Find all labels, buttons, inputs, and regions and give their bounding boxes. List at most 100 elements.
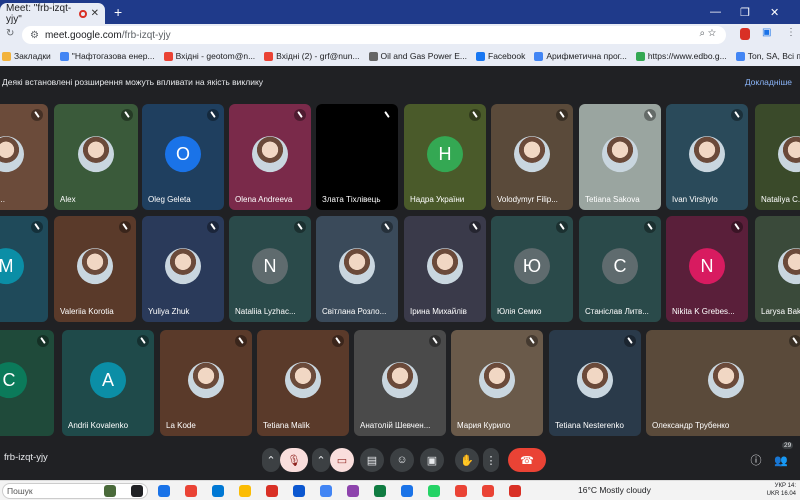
participant-avatar <box>514 136 550 173</box>
bookmark-item[interactable]: Ton, SA, Всі предме... <box>735 51 800 61</box>
participant-tile[interactable]: Злата Тіхлівець <box>316 104 398 210</box>
participant-avatar <box>778 248 800 285</box>
bookmark-item[interactable]: Oil and Gas Power E... <box>368 51 467 61</box>
bookmark-item[interactable]: Закладки <box>2 51 51 61</box>
learn-more-link[interactable]: Докладніше <box>745 77 792 87</box>
taskbar-app-icon[interactable] <box>212 485 224 497</box>
bookmark-item[interactable]: https://www.edbo.g... <box>635 51 727 61</box>
participant-tile[interactable]: Yuliya Zhuk <box>142 216 224 322</box>
bookmark-favicon-icon <box>163 51 173 61</box>
menu-icon[interactable]: ⋮ <box>786 27 796 38</box>
mic-muted-icon <box>381 221 393 233</box>
participant-tile[interactable]: Volodymyr Filip... <box>491 104 573 210</box>
captions-button[interactable]: ▣ <box>420 448 444 472</box>
mic-muted-icon <box>429 335 441 347</box>
taskbar-app-icon[interactable] <box>347 485 359 497</box>
participant-tile[interactable]: Ю Юлія Семко <box>491 216 573 322</box>
taskbar-app-icon[interactable] <box>482 485 494 497</box>
taskbar-app-icon[interactable] <box>158 485 170 497</box>
taskbar-app-icon[interactable] <box>374 485 386 497</box>
taskbar-app-icon[interactable] <box>239 485 251 497</box>
participant-tile[interactable]: A Andrii Kovalenko <box>62 330 154 436</box>
participant-tile[interactable]: Valeriia Korotia <box>54 216 136 322</box>
taskbar-app-icon[interactable] <box>104 485 116 497</box>
meeting-info-icon[interactable]: ⓘ <box>745 448 767 472</box>
system-tray[interactable]: УКР 14: UKR 16.04 <box>767 482 796 498</box>
bookmark-item[interactable]: Арифметична прог... <box>534 51 627 61</box>
participant-tile[interactable]: La Kode <box>160 330 252 436</box>
audio-options-icon[interactable]: ⌃ <box>262 448 280 472</box>
taskbar-app-icon[interactable] <box>185 485 197 497</box>
participant-tile[interactable]: CСтасюк <box>0 330 54 436</box>
participant-avatar <box>188 362 224 399</box>
participant-tile[interactable]: Tetiana Malik <box>257 330 349 436</box>
taskbar-app-icon[interactable] <box>293 485 305 497</box>
taskbar-app-icon[interactable] <box>266 485 278 497</box>
extension-warning-banner: Деякі встановлені розширення можуть впли… <box>0 66 800 98</box>
more-options-button[interactable]: ⋮ <box>483 448 499 472</box>
bookmark-item[interactable]: Вхідні - geotom@n... <box>163 51 255 61</box>
participant-tile[interactable]: Nataliya C... <box>755 104 800 210</box>
extensions-icon[interactable]: ▣ <box>762 27 771 38</box>
participant-tile[interactable]: Larysa Bak... <box>755 216 800 322</box>
extension-icon[interactable] <box>740 28 750 40</box>
participant-tile[interactable]: Olena Andreeva <box>229 104 311 210</box>
present-button[interactable]: ▤ <box>360 448 384 472</box>
taskbar-app-icon[interactable] <box>131 485 143 497</box>
weather-widget[interactable]: 16°C Mostly cloudy <box>578 485 651 495</box>
participant-tile[interactable]: Анатолій Шевчен... <box>354 330 446 436</box>
participant-tile[interactable]: Світлана Розло... <box>316 216 398 322</box>
close-window-icon[interactable]: ✕ <box>770 0 779 24</box>
bookmark-item[interactable]: Facebook <box>476 51 525 61</box>
participant-tile[interactable]: Tetiana Nesterenko <box>549 330 641 436</box>
leave-call-button[interactable]: ☎ <box>508 448 546 472</box>
participant-avatar: C <box>602 248 638 285</box>
participant-tile[interactable]: Alex <box>54 104 138 210</box>
participant-name: Valeriia Korotia <box>60 307 114 316</box>
emoji-button[interactable]: ☺ <box>390 448 414 472</box>
taskbar-app-icon[interactable] <box>428 485 440 497</box>
bookmarks-bar: Закладки "Нафтогазова енер... Вхідні - geo… <box>0 46 800 66</box>
participant-tile[interactable]: Tetiana Sakova <box>579 104 661 210</box>
participant-tile[interactable]: H Надра України <box>404 104 486 210</box>
mic-muted-icon <box>207 221 219 233</box>
bookmark-favicon-icon <box>476 51 485 61</box>
bookmark-label: Арифметична прог... <box>546 51 627 61</box>
people-icon[interactable]: 👥 <box>770 448 792 472</box>
minimize-icon[interactable]: — <box>710 0 721 24</box>
star-icon[interactable]: ⌕ ☆ <box>699 28 716 39</box>
participant-tile[interactable]: Ivan Virshylo <box>666 104 748 210</box>
close-tab-icon[interactable]: ✕ <box>91 8 99 19</box>
reload-icon[interactable]: ↻ <box>6 28 14 39</box>
bookmark-item[interactable]: "Нафтогазова енер... <box>59 51 155 61</box>
video-options-icon[interactable]: ⌃ <box>312 448 330 472</box>
mic-muted-icon <box>31 221 43 233</box>
participant-tile[interactable]: N Nikita K Grebes... <box>666 216 748 322</box>
taskbar-app-icon[interactable] <box>320 485 332 497</box>
participant-tile[interactable]: a Buchy... <box>0 104 48 210</box>
participant-tile[interactable]: M <box>0 216 48 322</box>
participant-tile[interactable]: Олександр Трубенко <box>646 330 800 436</box>
mic-muted-icon <box>644 109 656 121</box>
maximize-icon[interactable]: ❐ <box>740 0 750 24</box>
new-tab-button[interactable]: + <box>114 4 122 20</box>
address-bar[interactable]: ⚙ meet.google.com /frb-izqt-yjy ⌕ ☆ <box>22 26 726 44</box>
participant-tile[interactable]: Мария Курило <box>451 330 543 436</box>
bookmark-item[interactable]: Вхідні (2) - grf@nun... <box>264 51 360 61</box>
taskbar-app-icon[interactable] <box>455 485 467 497</box>
camera-off-button[interactable]: ▭ <box>330 448 354 472</box>
taskbar-app-icon[interactable] <box>509 485 521 497</box>
taskbar-search[interactable]: Пошук <box>2 483 148 499</box>
participant-name: Tetiana Nesterenko <box>555 421 624 430</box>
participant-tile[interactable]: Ірина Михайлів <box>404 216 486 322</box>
mic-off-button[interactable]: 🎙 <box>280 448 308 472</box>
banner-text: Деякі встановлені розширення можуть впли… <box>2 77 264 87</box>
site-info-icon[interactable]: ⚙ <box>30 30 39 41</box>
participant-avatar: N <box>252 248 288 285</box>
participant-tile[interactable]: C Станіслав Литв... <box>579 216 661 322</box>
raise-hand-button[interactable]: ✋ <box>455 448 479 472</box>
taskbar-app-icon[interactable] <box>401 485 413 497</box>
tab-meet[interactable]: Meet: "frb-izqt-yjy" ✕ <box>0 3 105 25</box>
participant-tile[interactable]: O Oleg Geleta <box>142 104 224 210</box>
participant-tile[interactable]: N Nataliia Lyzhac... <box>229 216 311 322</box>
